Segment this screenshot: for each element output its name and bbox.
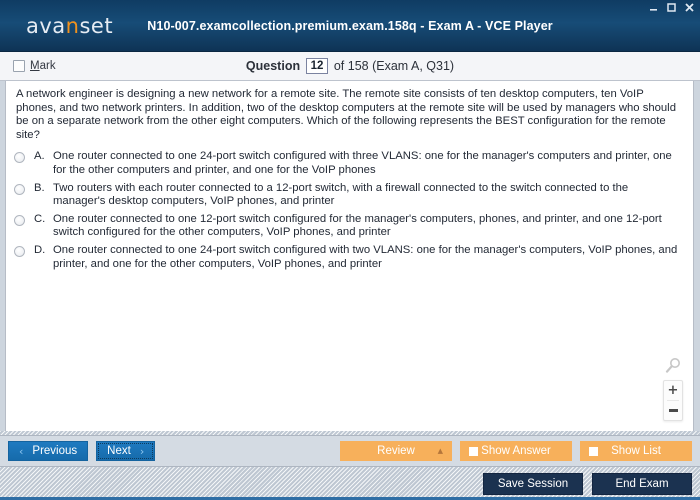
close-icon[interactable] [684,2,695,13]
previous-button-label: Previous [32,445,78,457]
option-letter-b: B. [34,181,45,194]
title-bar: avanset N10-007.examcollection.premium.e… [0,0,700,52]
question-panel: A network engineer is designing a new ne… [5,81,694,431]
question-counter: Question 12 of 158 (Exam A, Q31) [0,58,700,74]
answer-options-list: A. One router connected to one 24-port s… [6,144,693,271]
chevron-left-icon: ‹ [19,444,24,458]
option-text-a: One router connected to one 24-port swit… [53,150,672,176]
option-text-d: One router connected to one 24-port swit… [53,243,678,270]
option-letter-a: A. [34,150,45,163]
option-letter-d: D. [34,243,46,256]
answer-option-b[interactable]: B. Two routers with each router connecte… [14,182,683,209]
vce-player-window: avanset N10-007.examcollection.premium.e… [0,0,700,500]
show-answer-button[interactable]: Show Answer [460,441,572,461]
question-text: A network engineer is designing a new ne… [16,88,676,141]
zoom-out-glyph [668,409,678,412]
navigation-right-group: Review ▲ Show Answer Show List [340,441,692,461]
question-total-text: of 158 (Exam A, Q31) [333,59,455,73]
zoom-button-group: + [663,380,683,421]
review-button-label: Review [377,445,415,457]
option-text-b: Two routers with each router connected t… [53,181,629,208]
next-button-label: Next [107,445,131,457]
end-exam-button[interactable]: End Exam [592,472,692,495]
show-answer-button-label: Show Answer [481,445,551,457]
navigation-bar: ‹ Previous Next › Review ▲ Show Answer S… [0,435,700,466]
previous-button[interactable]: ‹ Previous [8,441,89,461]
zoom-in-button[interactable]: + [664,381,682,400]
radio-button-c[interactable] [14,214,25,226]
zoom-out-button[interactable] [664,401,682,420]
question-word: Question [245,59,301,73]
minimize-icon[interactable] [648,2,659,13]
answer-option-d[interactable]: D. One router connected to one 24-port s… [14,244,683,271]
footer-bar: Save Session End Exam [0,466,700,500]
radio-button-d[interactable] [14,245,25,257]
answer-option-c[interactable]: C. One router connected to one 12-port s… [14,213,683,240]
option-text-c: One router connected to one 12-port swit… [53,212,662,239]
content-area-outer: A network engineer is designing a new ne… [0,81,700,431]
window-controls [648,2,695,13]
option-letter-c: C. [34,212,46,225]
show-list-button-label: Show List [611,445,661,457]
window-title: N10-007.examcollection.premium.exam.158q… [147,19,553,33]
review-button[interactable]: Review ▲ [340,441,452,461]
show-list-button[interactable]: Show List [580,441,692,461]
radio-button-a[interactable] [14,152,25,164]
caret-up-icon: ▲ [437,447,443,455]
next-button[interactable]: Next › [96,441,156,461]
radio-button-b[interactable] [14,183,25,195]
zoom-controls: + [662,356,684,421]
save-session-button[interactable]: Save Session [483,472,583,495]
square-icon-show-list [589,446,598,456]
magnifier-icon[interactable] [663,356,683,376]
question-number-input[interactable]: 12 [305,58,329,74]
question-header-bar: Mark Question 12 of 158 (Exam A, Q31) [0,52,700,81]
answer-option-a[interactable]: A. One router connected to one 24-port s… [14,150,683,177]
chevron-right-icon: › [139,444,145,458]
maximize-icon[interactable] [666,2,677,13]
square-icon-show-answer [469,446,478,456]
